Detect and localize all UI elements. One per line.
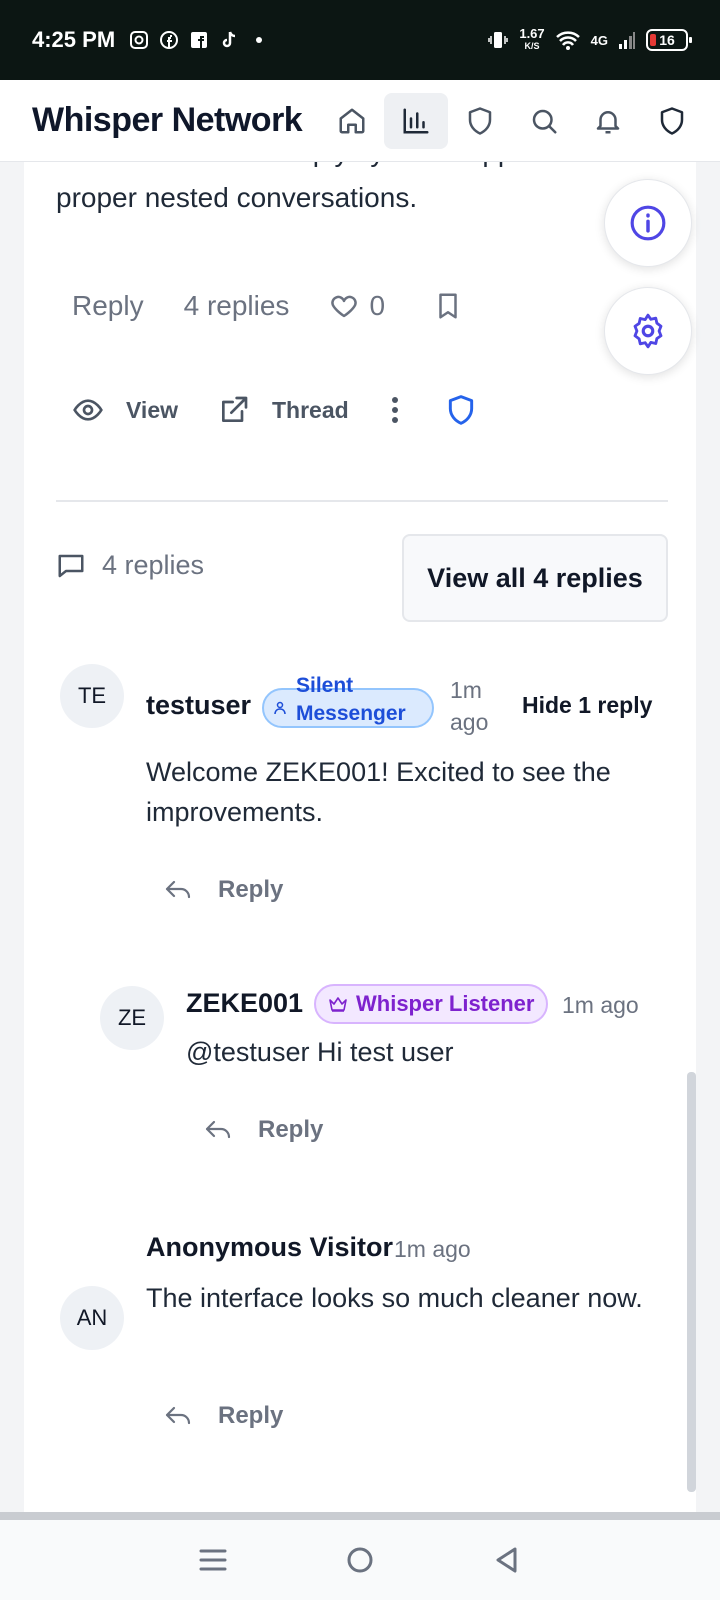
more-dot-icon — [256, 37, 263, 43]
post-secondary-actions: View Thread — [72, 394, 477, 426]
divider — [56, 500, 668, 502]
nav-home[interactable] — [320, 93, 384, 149]
user-icon — [274, 701, 286, 715]
comment-time: 1m ago — [394, 1236, 471, 1262]
post-card: Network! Our new reply system supports p… — [24, 152, 696, 1512]
instagram-icon — [130, 31, 149, 49]
comment-time: 1m ago — [562, 992, 639, 1018]
speed-value: 1.67 — [519, 26, 545, 41]
post-actions: Reply 4 replies 0 — [72, 290, 463, 322]
shield-icon — [660, 106, 684, 135]
nav-stats[interactable] — [384, 92, 449, 149]
vibrate-icon — [488, 32, 509, 48]
avatar[interactable]: TE — [60, 664, 124, 728]
info-fab[interactable] — [604, 179, 692, 267]
signal-icon — [619, 32, 635, 49]
comment-username[interactable]: ZEKE001 — [186, 988, 303, 1019]
time-line1: 1m — [450, 677, 482, 703]
reply-arrow-icon — [165, 1406, 191, 1425]
external-link-icon — [222, 396, 248, 422]
comment-username[interactable]: testuser — [146, 690, 251, 721]
reply-arrow-icon — [205, 1120, 231, 1139]
battery-level: 16 — [659, 32, 675, 48]
back-icon[interactable] — [492, 1545, 522, 1575]
shield-icon[interactable] — [445, 394, 477, 426]
menu-icon[interactable] — [198, 1545, 228, 1575]
replies-summary: 4 replies — [56, 550, 204, 581]
speed-unit: K/S — [524, 41, 540, 51]
time-line2: ago — [450, 709, 489, 735]
bell-icon — [596, 110, 620, 133]
role-badge: Silent Messenger — [262, 674, 434, 728]
gear-icon — [633, 313, 663, 349]
wifi-icon — [555, 31, 580, 50]
replies-count-label: 4 replies — [102, 550, 205, 580]
comment-text: The interface looks so much cleaner now. — [146, 1283, 643, 1313]
badge-text: Whisper Listener — [356, 991, 535, 1016]
comment-icon — [58, 554, 84, 577]
comment-reply-button[interactable]: Reply — [164, 876, 283, 904]
chart-icon — [403, 108, 429, 133]
home-circle-icon[interactable] — [345, 1545, 375, 1575]
comment-reply-button[interactable]: Reply — [164, 1402, 283, 1430]
heart-icon — [331, 295, 358, 318]
comment-text: Welcome ZEKE001! Excited to see the impr… — [146, 757, 611, 827]
like-button[interactable]: 0 — [329, 290, 385, 322]
network-speed: 1.67 K/S — [519, 26, 545, 52]
battery-indicator: 16 — [646, 29, 692, 51]
eye-icon — [73, 399, 103, 421]
reply-arrow-icon — [165, 880, 191, 899]
view-label: View — [126, 396, 178, 423]
nav-search[interactable] — [512, 93, 576, 149]
hide-replies-button[interactable]: Hide 1 reply — [522, 692, 652, 719]
top-nav — [320, 92, 704, 149]
comment-text: @testuser Hi test user — [186, 1037, 454, 1067]
nav-shield[interactable] — [448, 93, 512, 149]
view-button[interactable]: View — [72, 394, 178, 426]
app-title[interactable]: Whisper Network — [32, 101, 303, 140]
comment-time: 1m ago — [450, 674, 488, 738]
role-badge: Whisper Listener — [314, 984, 549, 1024]
home-icon — [339, 108, 365, 133]
system-nav-bar — [0, 1520, 720, 1600]
reply-label: Reply — [258, 1116, 324, 1143]
more-options-button[interactable] — [389, 395, 401, 425]
view-all-replies-button[interactable]: View all 4 replies — [402, 534, 668, 622]
bookmark-icon[interactable] — [433, 291, 463, 321]
like-count: 0 — [369, 290, 386, 321]
search-icon — [532, 109, 557, 133]
comment-username[interactable]: Anonymous Visitor — [146, 1232, 393, 1263]
comment-reply-button[interactable]: Reply — [204, 1116, 323, 1144]
post-body: Network! Our new reply system supports p… — [56, 152, 636, 224]
facebook-icon — [191, 32, 208, 48]
replies-link[interactable]: 4 replies — [184, 290, 290, 322]
more-vertical-icon — [391, 397, 398, 423]
avatar[interactable]: AN — [60, 1286, 124, 1350]
thread-button[interactable]: Thread — [218, 394, 349, 426]
reply-label: Reply — [218, 876, 284, 903]
info-icon — [630, 205, 666, 241]
nav-notifications[interactable] — [576, 93, 640, 149]
settings-fab[interactable] — [604, 287, 692, 375]
status-time: 4:25 PM — [32, 27, 116, 52]
post-text-line: proper nested conversations. — [56, 182, 418, 213]
content-edge — [0, 1512, 720, 1520]
status-bar: 4:25 PM 1.67 K/S 4G 16 — [0, 0, 720, 80]
badge-text-line2: Messenger — [296, 701, 406, 725]
tiktok-icon — [222, 31, 236, 48]
facebook-circle-icon — [160, 31, 179, 49]
app-header: Whisper Network — [0, 80, 720, 162]
nav-shield-2[interactable] — [640, 93, 704, 149]
scrollbar[interactable] — [687, 1072, 696, 1492]
crown-icon — [329, 997, 347, 1012]
badge-text-line1: Silent — [296, 673, 354, 697]
reply-label: Reply — [218, 1402, 284, 1429]
system-status: 1.67 K/S 4G 16 — [487, 26, 692, 52]
network-type: 4G — [590, 32, 608, 48]
reply-button[interactable]: Reply — [72, 290, 144, 322]
thread-label: Thread — [272, 396, 349, 423]
shield-icon — [468, 106, 492, 135]
notification-icons — [129, 30, 269, 50]
avatar[interactable]: ZE — [100, 986, 164, 1050]
